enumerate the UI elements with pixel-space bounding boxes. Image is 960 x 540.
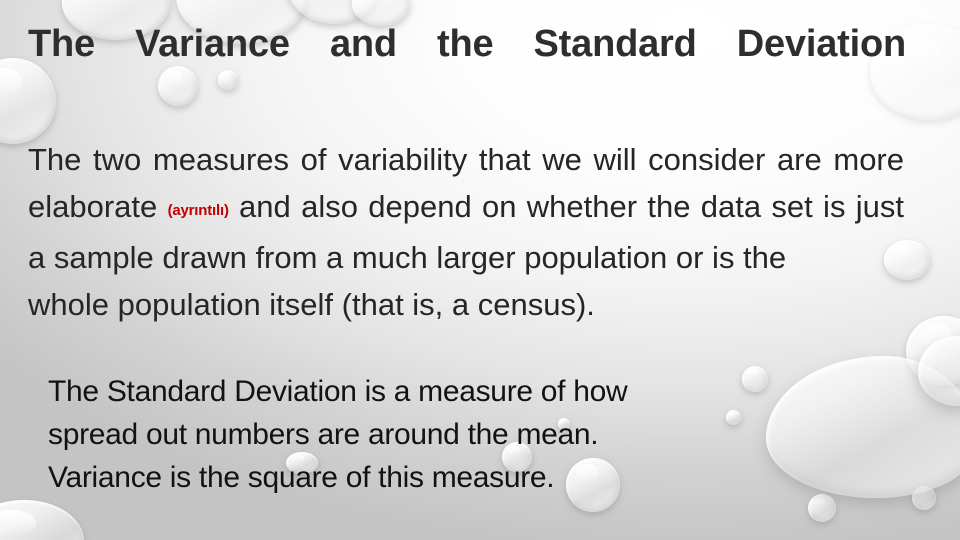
body-paragraph-two: The Standard Deviation is a measure of h… xyxy=(48,370,908,499)
water-droplet xyxy=(158,66,198,106)
paragraph-two-line-1: The Standard Deviation is a measure of h… xyxy=(48,375,628,408)
turkish-gloss-note: (ayrıntılı) xyxy=(167,202,229,219)
paragraph-two-line-2: spread out numbers are around the mean. xyxy=(48,418,599,451)
water-droplet xyxy=(912,486,936,510)
paragraph-one-last-line: whole population itself (that is, a cens… xyxy=(28,287,595,322)
body-paragraph-one: The two measures of variability that we … xyxy=(28,136,904,328)
water-droplet xyxy=(906,316,960,386)
paragraph-one-text-after-note: and also depend on whether the data set … xyxy=(28,189,904,275)
water-droplet xyxy=(0,58,56,144)
slide-title: The Variance and the Standard Deviation xyxy=(28,23,906,65)
slide-canvas: The Variance and the Standard Deviation … xyxy=(0,0,960,540)
water-droplet-large xyxy=(918,336,960,406)
water-droplet xyxy=(0,500,84,540)
water-droplet xyxy=(218,70,238,90)
paragraph-two-line-3: Variance is the square of this measure. xyxy=(48,461,555,494)
water-droplet xyxy=(286,0,382,24)
